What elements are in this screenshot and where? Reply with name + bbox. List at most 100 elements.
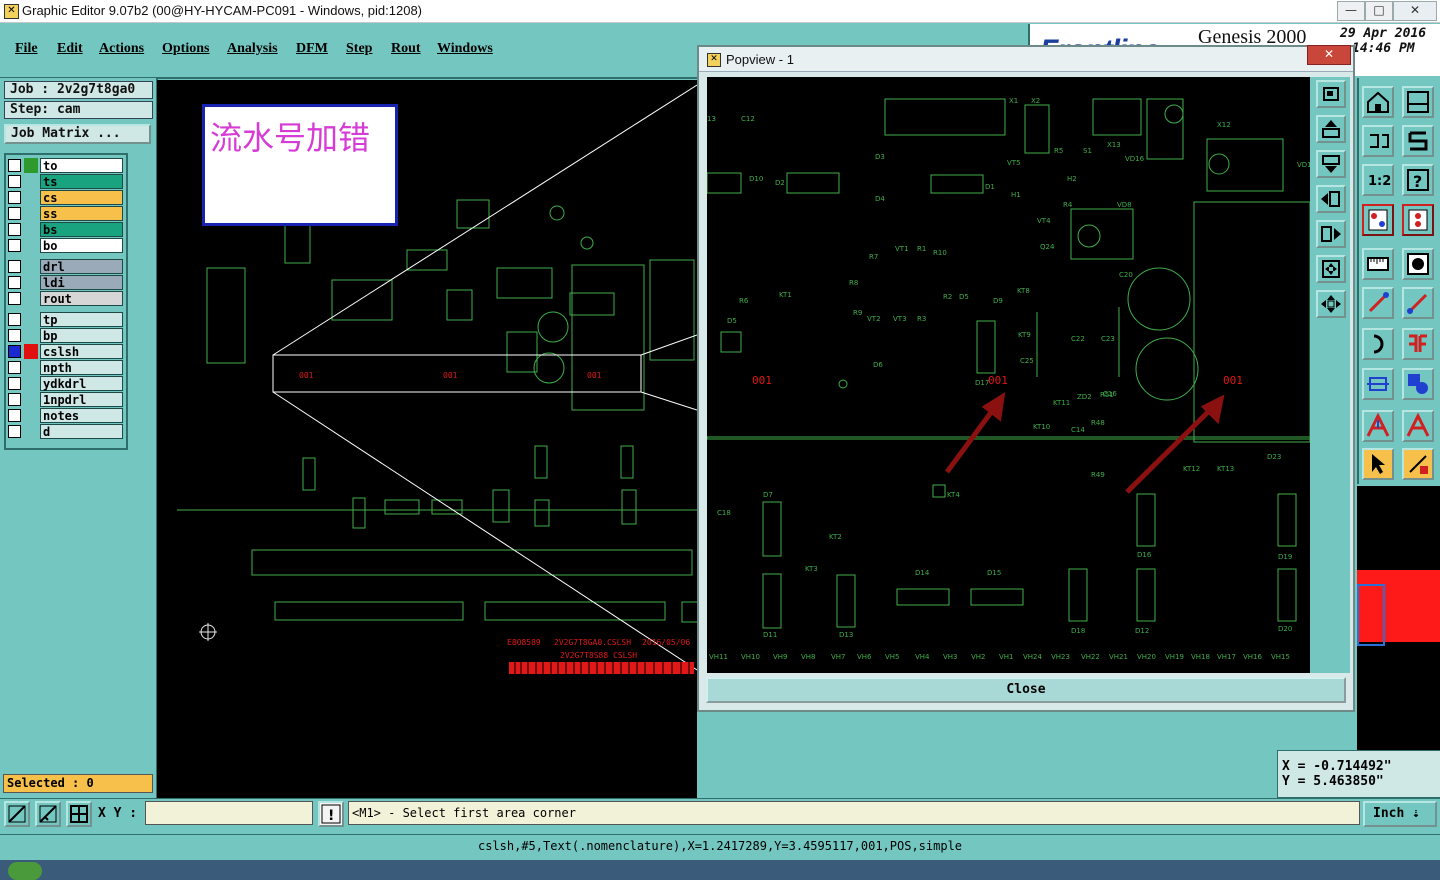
popview-pan-up-button[interactable]: [1316, 115, 1346, 143]
menu-step[interactable]: Step: [346, 41, 372, 57]
menu-file[interactable]: File: [15, 41, 38, 57]
select-pointer-icon[interactable]: [1362, 448, 1394, 480]
layer-row-d[interactable]: d: [8, 424, 123, 439]
layer-color-swatch[interactable]: [24, 190, 38, 205]
layer-row-to[interactable]: to: [8, 158, 123, 173]
menu-rout[interactable]: Rout: [391, 41, 421, 57]
popview-zoom-out-button[interactable]: [1316, 255, 1346, 283]
layer-color-swatch[interactable]: [24, 312, 38, 327]
layer-compare-icon[interactable]: [1402, 204, 1434, 236]
layer-row-bp[interactable]: bp: [8, 328, 123, 343]
edit-text-icon[interactable]: [1402, 410, 1434, 442]
job-matrix-button[interactable]: Job Matrix ...: [4, 124, 151, 144]
layer-checkbox[interactable]: [8, 393, 21, 406]
layer-checkbox[interactable]: [8, 159, 21, 172]
layer-row-ldi[interactable]: ldi: [8, 275, 123, 290]
layer-name[interactable]: cs: [40, 190, 123, 205]
layer-row-bo[interactable]: bo: [8, 238, 123, 253]
layer-name[interactable]: ts: [40, 174, 123, 189]
menu-options[interactable]: Options: [162, 41, 209, 57]
layer-row-ss[interactable]: ss: [8, 206, 123, 221]
layer-checkbox[interactable]: [8, 292, 21, 305]
layer-name[interactable]: 1npdrl: [40, 392, 123, 407]
grid-icon[interactable]: [66, 801, 92, 827]
layer-name[interactable]: ldi: [40, 275, 123, 290]
popview-pan-right-button[interactable]: [1316, 220, 1346, 248]
layer-name[interactable]: ss: [40, 206, 123, 221]
layer-checkbox[interactable]: [8, 260, 21, 273]
layer-color-swatch[interactable]: [24, 158, 38, 173]
layer-name[interactable]: bo: [40, 238, 123, 253]
layer-checkbox[interactable]: [8, 223, 21, 236]
layer-checkbox[interactable]: [8, 239, 21, 252]
zoom-window-icon[interactable]: [1402, 86, 1434, 118]
layer-checkbox[interactable]: [8, 313, 21, 326]
layer-checkbox[interactable]: [8, 409, 21, 422]
ruler-measure-icon[interactable]: [35, 801, 61, 827]
layer-name[interactable]: npth: [40, 360, 123, 375]
layer-color-swatch[interactable]: [24, 376, 38, 391]
layer-row-cs[interactable]: cs: [8, 190, 123, 205]
ruler-icon[interactable]: [1362, 248, 1394, 280]
popview-zoom-in-button[interactable]: [1316, 290, 1346, 318]
flip-icon[interactable]: [1402, 328, 1434, 360]
layer-name[interactable]: to: [40, 158, 123, 173]
popview-pan-left-button[interactable]: [1316, 185, 1346, 213]
layer-name[interactable]: d: [40, 424, 123, 439]
maximize-button[interactable]: □: [1365, 1, 1393, 21]
arc-tool-icon[interactable]: [1362, 328, 1394, 360]
layer-row-1npdrl[interactable]: 1npdrl: [8, 392, 123, 407]
popview-close-x-button[interactable]: ✕: [1307, 45, 1351, 65]
layer-color-swatch[interactable]: [24, 408, 38, 423]
layer-name[interactable]: cslsh: [40, 344, 123, 359]
layer-name[interactable]: bs: [40, 222, 123, 237]
layer-features-icon[interactable]: [1362, 204, 1394, 236]
layer-checkbox[interactable]: [8, 361, 21, 374]
scale-1-2-icon[interactable]: 1:2: [1362, 164, 1394, 196]
layer-color-swatch[interactable]: [24, 344, 38, 359]
layer-color-swatch[interactable]: [24, 291, 38, 306]
add-text-icon[interactable]: [1362, 410, 1394, 442]
layer-color-swatch[interactable]: [24, 222, 38, 237]
home-view-icon[interactable]: [1362, 86, 1394, 118]
layer-checkbox[interactable]: [8, 345, 21, 358]
menu-edit[interactable]: Edit: [57, 41, 83, 57]
move-icon[interactable]: [1362, 368, 1394, 400]
layer-checkbox[interactable]: [8, 191, 21, 204]
help-icon[interactable]: ?: [1402, 164, 1434, 196]
popview-pan-down-button[interactable]: [1316, 150, 1346, 178]
layer-name[interactable]: ydkdrl: [40, 376, 123, 391]
line-tool-icon[interactable]: [1362, 287, 1394, 319]
line-edit-icon[interactable]: [1402, 287, 1434, 319]
popview-close-button[interactable]: Close: [706, 677, 1346, 703]
menu-windows[interactable]: Windows: [437, 41, 493, 57]
layer-color-swatch[interactable]: [24, 238, 38, 253]
layer-checkbox[interactable]: [8, 377, 21, 390]
layer-name[interactable]: rout: [40, 291, 123, 306]
layer-row-cslsh[interactable]: cslsh: [8, 344, 123, 359]
layer-checkbox[interactable]: [8, 207, 21, 220]
menu-analysis[interactable]: Analysis: [227, 41, 278, 57]
snap-icon[interactable]: [1402, 125, 1434, 157]
layer-row-notes[interactable]: notes: [8, 408, 123, 423]
layer-color-swatch[interactable]: [24, 360, 38, 375]
layer-row-ts[interactable]: ts: [8, 174, 123, 189]
popview-canvas[interactable]: X1 X2 X12 X13 13 C12 D10 D2 D3 D1 D4 R5 S1 VT5 H1 H2…: [707, 77, 1310, 673]
close-window-button[interactable]: ✕: [1393, 1, 1437, 21]
layer-name[interactable]: bp: [40, 328, 123, 343]
alert-icon[interactable]: !: [318, 801, 344, 827]
layer-color-swatch[interactable]: [24, 174, 38, 189]
layer-checkbox[interactable]: [8, 276, 21, 289]
units-select[interactable]: Inch ⇣: [1363, 801, 1437, 827]
layer-checkbox[interactable]: [8, 425, 21, 438]
layer-color-swatch[interactable]: [24, 392, 38, 407]
xy-input[interactable]: [145, 801, 313, 825]
copy-icon[interactable]: [1402, 368, 1434, 400]
layer-row-bs[interactable]: bs: [8, 222, 123, 237]
start-button[interactable]: [8, 862, 42, 880]
layer-name[interactable]: tp: [40, 312, 123, 327]
measure-pointer-icon[interactable]: [1402, 448, 1434, 480]
layer-color-swatch[interactable]: [24, 328, 38, 343]
layer-row-rout[interactable]: rout: [8, 291, 123, 306]
rotate-view-icon[interactable]: [1362, 125, 1394, 157]
